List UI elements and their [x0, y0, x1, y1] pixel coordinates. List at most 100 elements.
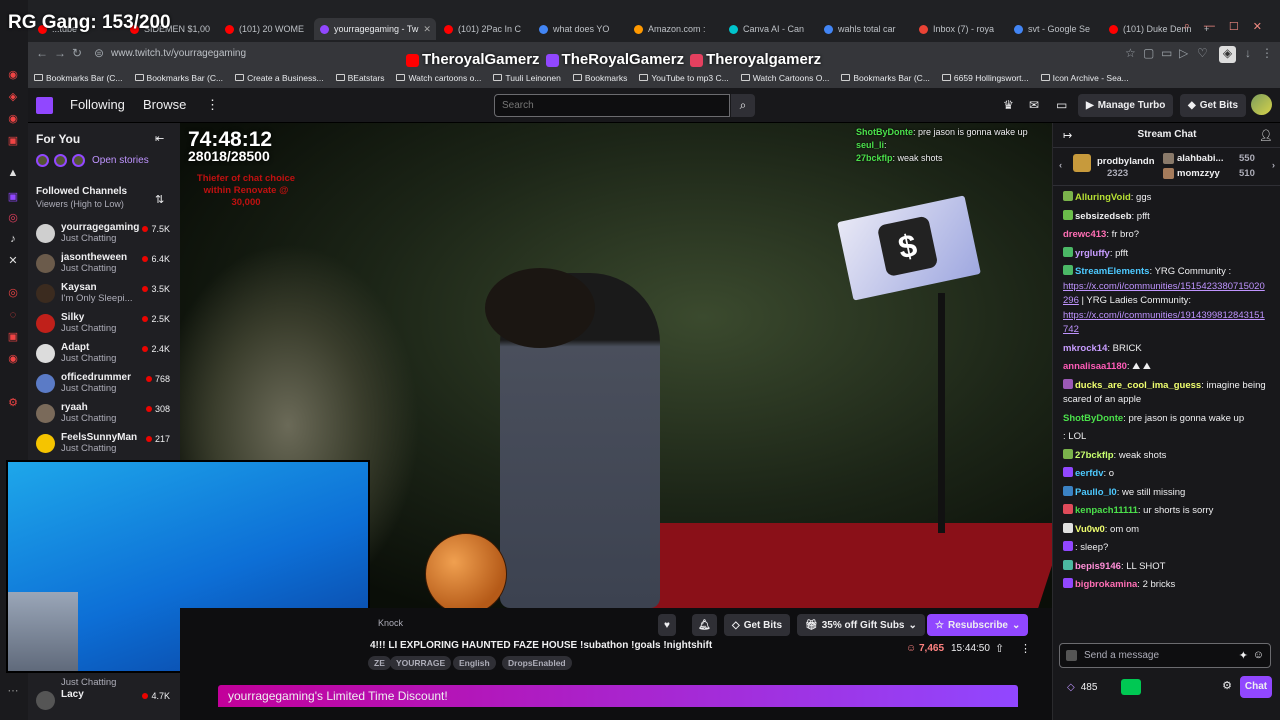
- chat-badge-icon[interactable]: [1063, 448, 1073, 459]
- sort-icon[interactable]: ⇅: [155, 193, 164, 206]
- browser-tab[interactable]: (101) Duke Denn: [1103, 18, 1196, 40]
- chat-badge-icon[interactable]: [1063, 265, 1073, 275]
- channel-item-lacy[interactable]: Lacy 4.7K: [36, 689, 176, 719]
- chat-badge-icon[interactable]: [1063, 504, 1073, 514]
- stream-tag[interactable]: English: [453, 656, 496, 670]
- bookmark-item[interactable]: Create a Business...: [235, 73, 324, 83]
- users-icon[interactable]: 👤︎: [1259, 129, 1273, 142]
- app-icon[interactable]: ◉: [6, 352, 20, 366]
- chat-username[interactable]: eerfdv: [1075, 468, 1104, 479]
- chat-badge-icon[interactable]: [1063, 246, 1073, 257]
- chat-username[interactable]: mkrock14: [1063, 343, 1107, 354]
- chat-username[interactable]: bepis9146: [1075, 561, 1121, 572]
- channel-item[interactable]: officedrummer Just Chatting 768: [36, 372, 176, 402]
- bookmark-item[interactable]: 6659 Hollingswort...: [941, 73, 1029, 83]
- emoji-icon[interactable]: ☺: [1253, 649, 1264, 661]
- app-icon[interactable]: ◈: [6, 90, 20, 104]
- browser-tab[interactable]: Inbox (7) - roya: [913, 18, 1006, 40]
- more-icon[interactable]: ⋯: [6, 684, 20, 698]
- chat-badge-icon[interactable]: [1063, 578, 1073, 588]
- chat-badge-icon[interactable]: [1063, 559, 1073, 570]
- tiktok-icon[interactable]: ♪: [6, 232, 20, 246]
- bookmark-item[interactable]: Tuuli Leinonen: [493, 73, 561, 83]
- emote-picker-icon[interactable]: [1066, 650, 1077, 661]
- browser-tab[interactable]: (101) 20 WOME: [219, 18, 312, 40]
- app-icon[interactable]: ◉: [6, 112, 20, 126]
- open-stories-link[interactable]: Open stories: [92, 155, 149, 166]
- chat-username[interactable]: StreamElements: [1075, 266, 1149, 277]
- leaderboard-prev-icon[interactable]: ‹: [1059, 160, 1062, 171]
- bookmark-item[interactable]: Watch Cartoons O...: [740, 73, 829, 83]
- chat-badge-icon[interactable]: [1063, 541, 1073, 551]
- app-icon[interactable]: ▣: [6, 330, 20, 344]
- search-input[interactable]: [494, 94, 730, 117]
- chat-badge-icon[interactable]: [1063, 522, 1073, 533]
- settings-icon[interactable]: ⚙: [6, 396, 20, 410]
- site-info-icon[interactable]: ⊜: [94, 46, 104, 60]
- chat-badge-icon[interactable]: [1063, 209, 1073, 220]
- app-icon[interactable]: ▣: [6, 134, 20, 148]
- browser-tab[interactable]: (101) 2Pac In C: [438, 18, 531, 40]
- stream-tag[interactable]: DropsEnabled: [502, 656, 572, 670]
- app-icon[interactable]: ◉: [6, 68, 20, 82]
- channel-item[interactable]: Kaysan I'm Only Sleepi... 3.5K: [36, 282, 176, 312]
- browser-tab[interactable]: what does YO: [533, 18, 626, 40]
- leader-name[interactable]: alahbabi...: [1177, 153, 1223, 164]
- chat-badge-icon[interactable]: [1063, 378, 1073, 389]
- browser-tab[interactable]: yourragegaming - Tw ✕: [314, 18, 436, 40]
- channel-item[interactable]: jasontheween Just Chatting 6.4K: [36, 252, 176, 282]
- menu-icon[interactable]: ⋮: [1261, 46, 1273, 60]
- stream-tag[interactable]: ZE: [368, 656, 391, 670]
- chat-badge-icon[interactable]: [1063, 191, 1073, 201]
- chat-username[interactable]: bigbrokamina: [1075, 579, 1137, 590]
- stories-row[interactable]: Open stories: [36, 154, 149, 167]
- get-bits-button[interactable]: ◆ Get Bits: [1180, 94, 1247, 117]
- chat-username[interactable]: Vu0w0: [1075, 524, 1105, 535]
- channel-item[interactable]: FeelsSunnyMan Just Chatting 217: [36, 432, 176, 462]
- search-tabs-icon[interactable]: ⌕: [1184, 20, 1190, 33]
- chat-badge-icon[interactable]: [1063, 485, 1073, 496]
- extension-icon[interactable]: ▢: [1143, 46, 1154, 60]
- nav-following[interactable]: Following: [70, 97, 125, 112]
- gift-bits-icon[interactable]: [1121, 679, 1142, 695]
- nav-browse[interactable]: Browse: [143, 97, 186, 112]
- close-icon[interactable]: ✕: [1253, 20, 1262, 33]
- bookmark-item[interactable]: BEatstars: [335, 73, 384, 83]
- crown-icon[interactable]: ♛: [1003, 98, 1014, 112]
- channel-item[interactable]: yourragegaming Just Chatting 7.5K: [36, 222, 176, 252]
- leaderboard-next-icon[interactable]: ›: [1272, 160, 1275, 171]
- bookmark-star-icon[interactable]: ☆: [1125, 46, 1136, 60]
- close-tab-icon[interactable]: ✕: [423, 24, 431, 35]
- maximize-icon[interactable]: ☐: [1229, 20, 1239, 33]
- resubscribe-button[interactable]: ☆ Resubscribe ⌄: [927, 614, 1029, 636]
- leader-name[interactable]: prodbylandn: [1097, 156, 1155, 167]
- story-avatar[interactable]: [72, 154, 85, 167]
- more-menu-icon[interactable]: ⋮: [206, 97, 219, 113]
- notifications-button[interactable]: 🔔︎: [692, 614, 717, 636]
- chat-username[interactable]: drewc413: [1063, 229, 1106, 240]
- chat-settings-icon[interactable]: ⚙: [1222, 679, 1232, 692]
- bookmark-item[interactable]: Watch cartoons o...: [396, 73, 481, 83]
- channel-item[interactable]: Silky Just Chatting 2.5K: [36, 312, 176, 342]
- play-icon[interactable]: ▷: [1179, 46, 1188, 60]
- bookmark-item[interactable]: Icon Archive - Sea...: [1040, 73, 1129, 83]
- profile-icon[interactable]: ◈: [1219, 46, 1236, 63]
- gift-subs-button[interactable]: 🎁︎ 35% off Gift Subs ⌄: [797, 614, 925, 636]
- browser-tab[interactable]: svt - Google Se: [1008, 18, 1101, 40]
- inbox-icon[interactable]: ✉: [1029, 98, 1039, 112]
- bookmark-item[interactable]: Bookmarks Bar (C...: [841, 73, 930, 83]
- app-icon[interactable]: ◎: [6, 286, 20, 300]
- whispers-icon[interactable]: ▭: [1056, 98, 1067, 112]
- chat-username[interactable]: ducks_are_cool_ima_guess: [1075, 380, 1201, 391]
- reload-icon[interactable]: ↻: [72, 46, 82, 60]
- chat-username[interactable]: Paullo_I0: [1075, 487, 1117, 498]
- browser-tab[interactable]: Amazon.com :: [628, 18, 721, 40]
- app-icon[interactable]: ▲: [6, 166, 20, 180]
- channel-item[interactable]: Adapt Just Chatting 2.4K: [36, 342, 176, 372]
- minimize-icon[interactable]: —: [1204, 20, 1215, 33]
- story-avatar[interactable]: [36, 154, 49, 167]
- twitch-logo-icon[interactable]: [36, 97, 53, 114]
- chat-badge-icon[interactable]: [1063, 467, 1073, 477]
- chat-username[interactable]: yrgluffy: [1075, 248, 1110, 259]
- chat-send-button[interactable]: Chat: [1240, 676, 1272, 698]
